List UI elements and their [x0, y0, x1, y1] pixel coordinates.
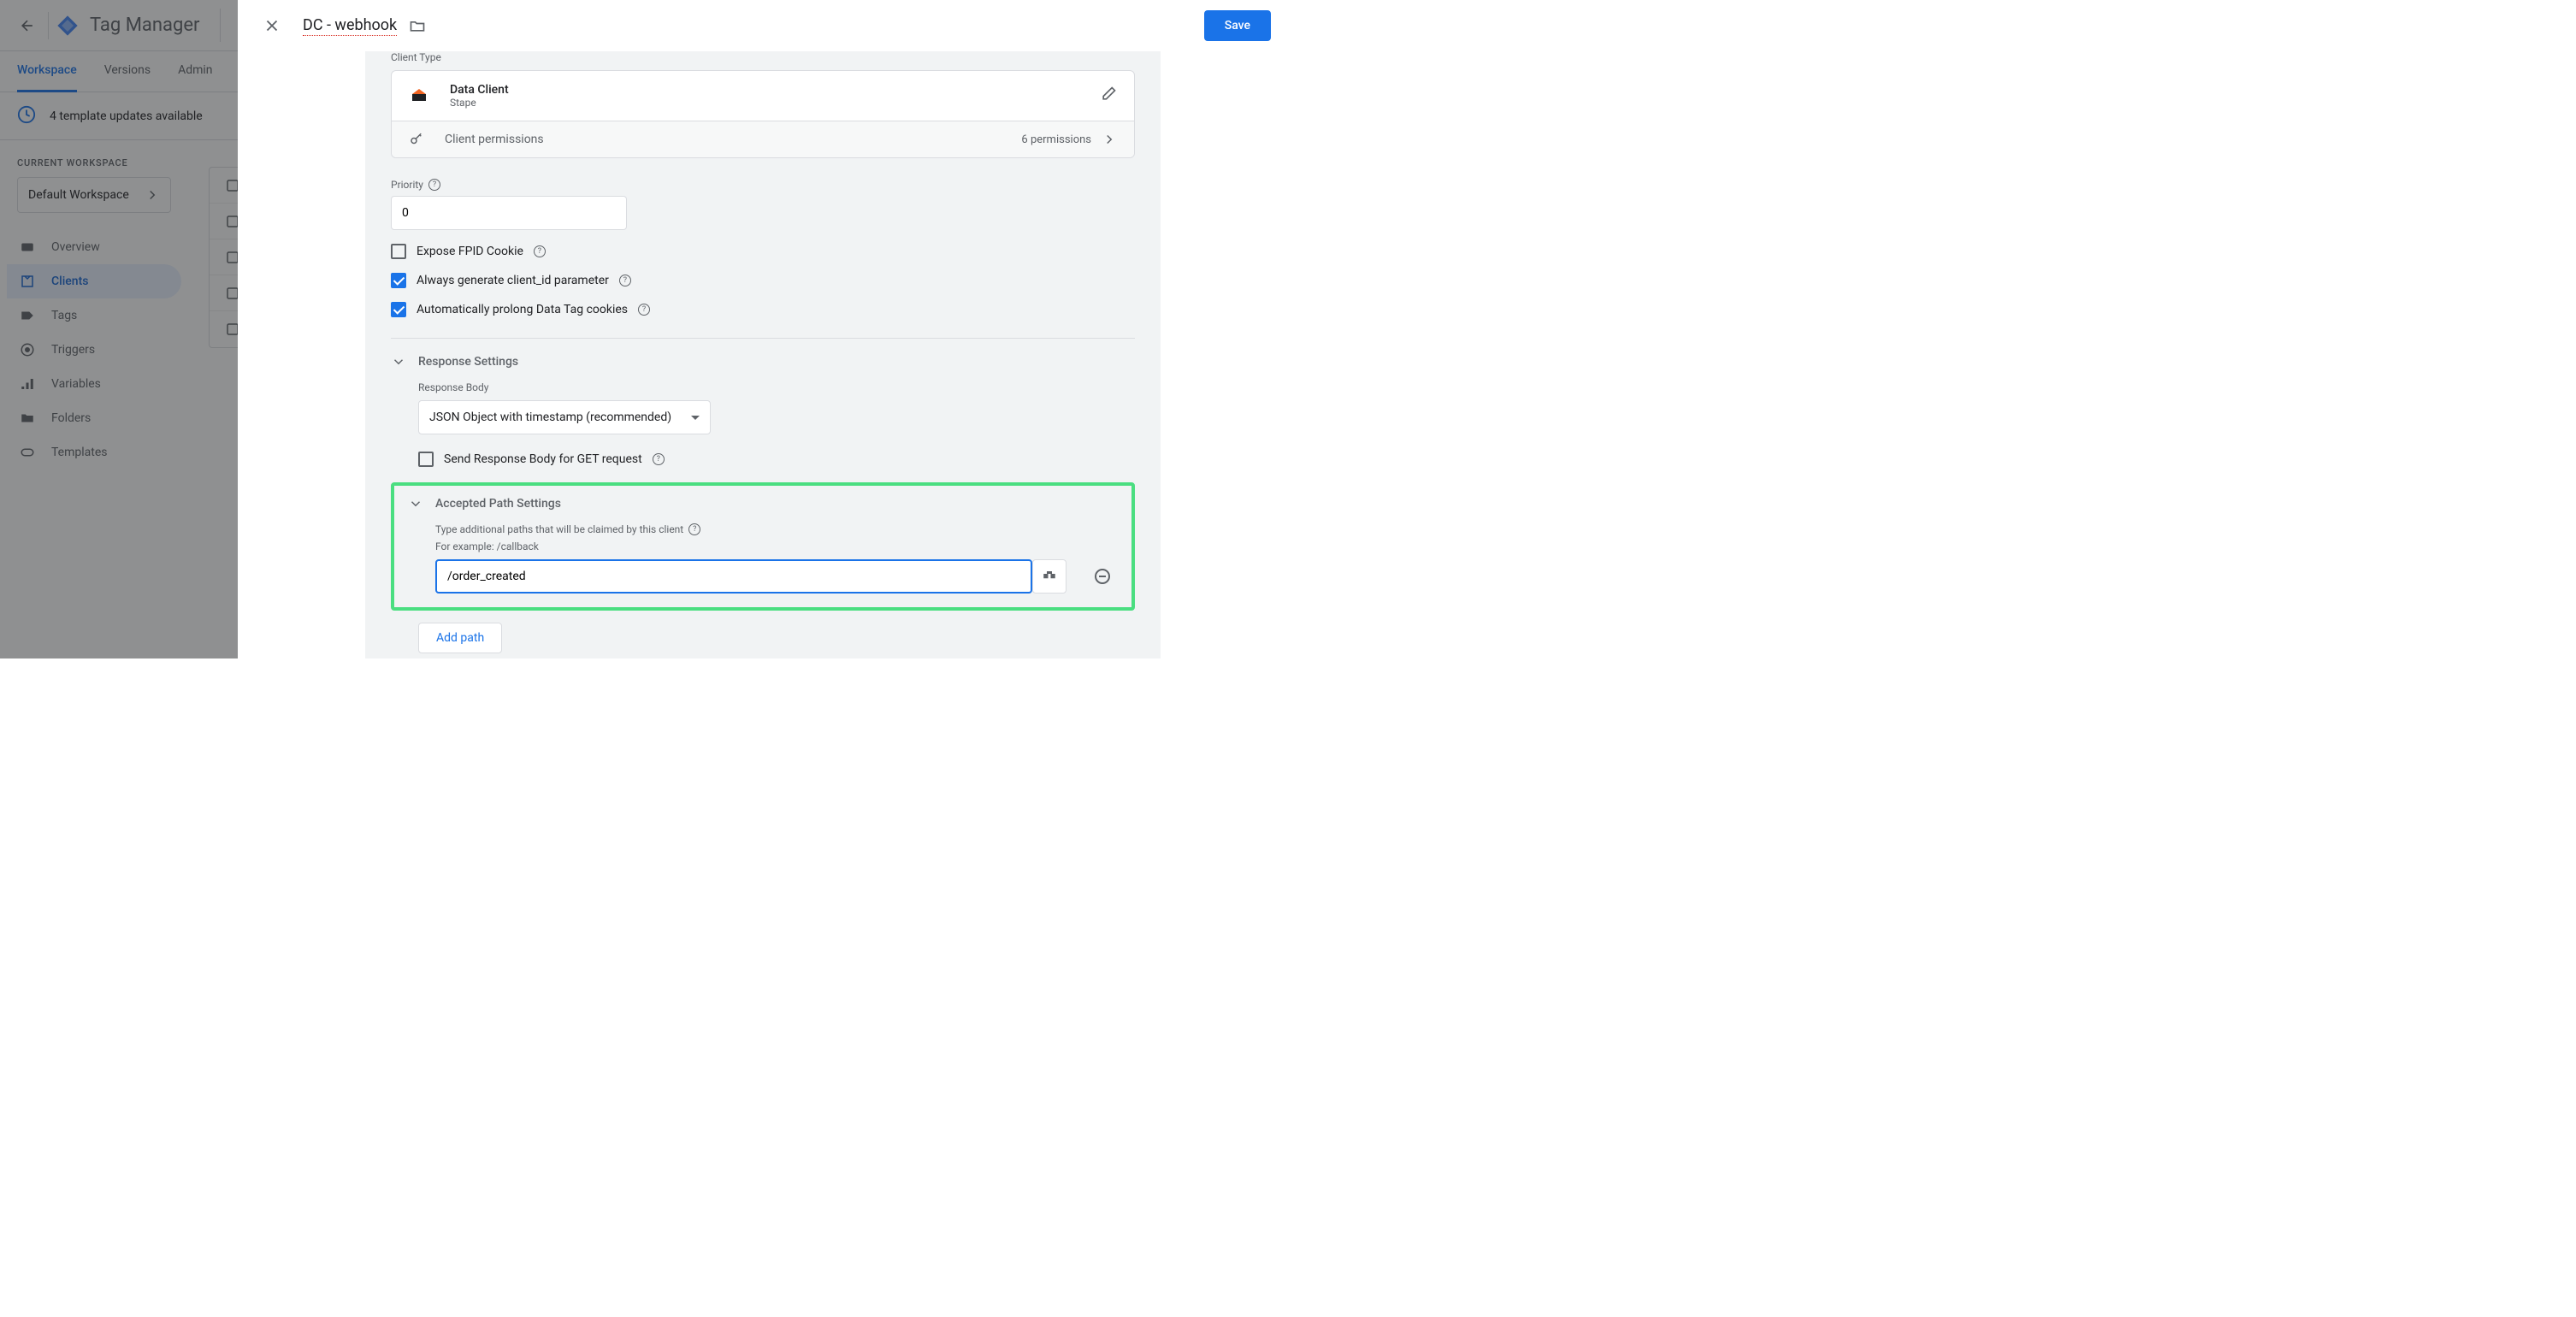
help-icon[interactable]: ? — [428, 179, 440, 191]
response-settings-title: Response Settings — [418, 355, 518, 369]
path-example-text: For example: /callback — [435, 540, 1118, 552]
save-button[interactable]: Save — [1204, 10, 1271, 41]
folder-icon[interactable] — [409, 17, 426, 34]
chevron-down-icon — [408, 496, 423, 511]
help-icon[interactable]: ? — [638, 304, 650, 316]
help-icon[interactable]: ? — [534, 245, 546, 257]
accepted-path-highlight: Accepted Path Settings Type additional p… — [391, 482, 1135, 611]
send-get-label: Send Response Body for GET request — [444, 452, 642, 466]
remove-path-button[interactable] — [1087, 561, 1118, 592]
client-type-selector[interactable]: Data Client Stape — [392, 71, 1134, 121]
auto-prolong-label: Automatically prolong Data Tag cookies — [417, 303, 628, 316]
priority-input[interactable] — [391, 196, 627, 230]
response-body-label: Response Body — [418, 381, 1135, 393]
help-icon[interactable]: ? — [688, 523, 700, 535]
add-path-button[interactable]: Add path — [418, 623, 502, 653]
response-body-select[interactable]: JSON Object with timestamp (recommended) — [418, 400, 711, 434]
always-generate-checkbox[interactable] — [391, 273, 406, 288]
response-settings-header[interactable]: Response Settings — [391, 354, 1135, 369]
help-icon[interactable]: ? — [653, 453, 665, 465]
auto-prolong-checkbox[interactable] — [391, 302, 406, 317]
edit-icon[interactable] — [1100, 86, 1117, 106]
insert-variable-button[interactable] — [1032, 559, 1066, 594]
client-provider-icon — [409, 86, 429, 106]
modal-title[interactable]: DC - webhook — [303, 16, 397, 36]
chevron-down-icon — [391, 354, 406, 369]
permissions-row[interactable]: Client permissions 6 permissions — [392, 121, 1134, 157]
help-icon[interactable]: ? — [619, 275, 631, 286]
close-button[interactable] — [255, 9, 289, 43]
send-get-checkbox[interactable] — [418, 452, 434, 467]
permissions-count: 6 permissions — [1021, 133, 1091, 146]
chevron-right-icon — [1102, 132, 1117, 147]
client-provider: Stape — [450, 97, 509, 109]
response-body-value: JSON Object with timestamp (recommended) — [429, 410, 671, 424]
expose-fpid-label: Expose FPID Cookie — [417, 245, 523, 258]
priority-label: Priority — [391, 179, 423, 191]
accepted-path-title: Accepted Path Settings — [435, 497, 561, 511]
always-generate-label: Always generate client_id parameter — [417, 274, 609, 287]
accepted-path-header[interactable]: Accepted Path Settings — [408, 496, 1118, 511]
client-name: Data Client — [450, 83, 509, 97]
path-input[interactable] — [435, 559, 1032, 594]
path-help-text: Type additional paths that will be claim… — [435, 523, 683, 535]
permissions-label: Client permissions — [445, 133, 544, 146]
modal-panel: DC - webhook Save Client Type Data Clien… — [238, 0, 1288, 658]
key-icon — [409, 132, 424, 147]
client-type-label: Client Type — [391, 51, 1135, 63]
expose-fpid-checkbox[interactable] — [391, 244, 406, 259]
